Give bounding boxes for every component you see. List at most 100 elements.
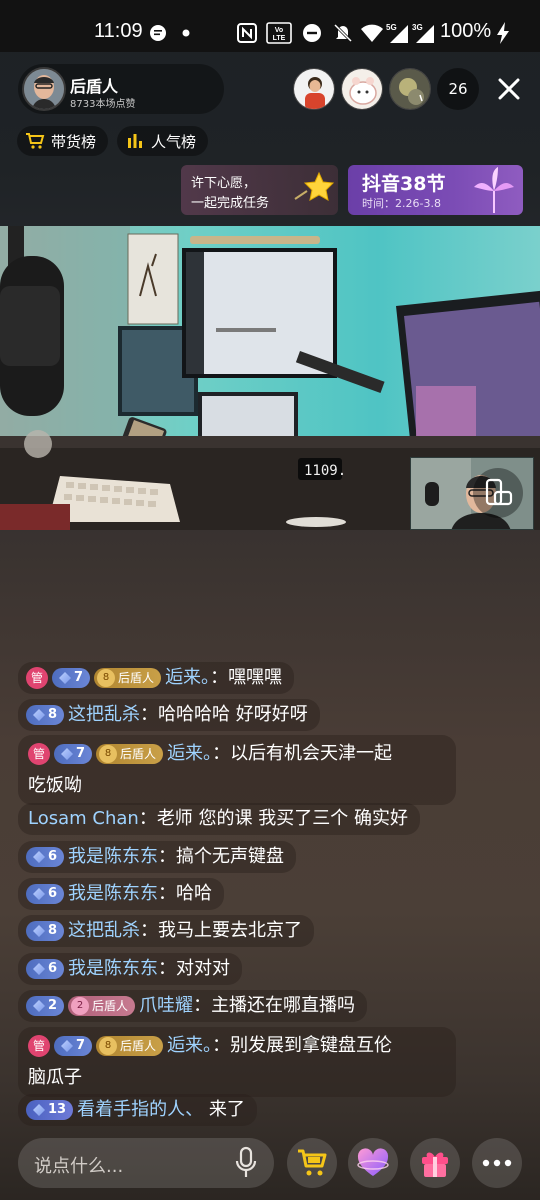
signal-5g-icon: 5G [386, 23, 410, 43]
comment-username[interactable]: 逅来。 [167, 743, 212, 764]
close-icon [498, 78, 520, 100]
comment-username[interactable]: 爪哇耀 [139, 995, 193, 1016]
shopping-cart-icon [25, 132, 45, 150]
wifi-icon [360, 23, 384, 43]
level-badge: 7 [54, 1036, 93, 1056]
do-not-disturb-icon [302, 23, 322, 43]
comment-item[interactable]: 管7后盾人逅来。：嘿嘿嘿 [18, 662, 295, 694]
heart-icon [357, 1148, 389, 1176]
comment-item[interactable]: 13 看着手指的人、 来了 [18, 1094, 257, 1126]
fan-club-badge: 后盾人 [68, 996, 136, 1016]
status-time: 11:09 [94, 20, 143, 42]
sales-rank-button[interactable]: 带货榜 [17, 126, 109, 156]
comment-text: 哈哈 [176, 883, 213, 904]
svg-text:LTE: LTE [273, 35, 286, 42]
fan-club-badge: 后盾人 [96, 1036, 164, 1056]
status-bar: 11:09 Vo LTE 5G 3G 100% [0, 0, 540, 52]
svg-text:Vo: Vo [275, 27, 283, 34]
level-badge: 8 [26, 705, 65, 725]
battery-percent: 100% [440, 20, 492, 42]
gift-button[interactable] [410, 1138, 460, 1188]
comment-item[interactable]: 6 我是陈东东：哈哈 [18, 878, 225, 910]
comment-username[interactable]: 逅来。 [165, 667, 210, 688]
comment-item[interactable]: Losam Chan：老师 您的课 我买了三个 确实好 [18, 803, 420, 835]
comment-input-placeholder[interactable]: 说点什么... [34, 1152, 123, 1178]
chat-notification-icon [148, 23, 168, 43]
comment-item[interactable]: 8 这把乱杀：哈哈哈哈 好呀好呀 [18, 699, 320, 731]
signal-3g-icon: 3G [412, 23, 436, 43]
shopping-cart-button[interactable] [287, 1138, 337, 1188]
comment-text: 搞个无声键盘 [176, 846, 285, 867]
comment-text: 我马上要去北京了 [158, 920, 303, 941]
comment-text-continued: 吃饭呦 [28, 775, 82, 796]
comment-username[interactable]: 逅来。 [167, 1035, 212, 1056]
like-heart-button[interactable] [348, 1138, 398, 1188]
screen-switch-button[interactable] [473, 468, 523, 518]
fan-club-badge: 后盾人 [96, 744, 164, 764]
level-badge: 7 [52, 668, 91, 688]
shopping-cart-icon [298, 1149, 327, 1176]
host-likes-count: 8733本场点赞 [70, 99, 136, 110]
comment-username[interactable]: 我是陈东东 [68, 958, 158, 979]
nfc-icon [236, 23, 258, 43]
level-badge: 6 [26, 847, 65, 867]
microphone-icon[interactable] [233, 1146, 259, 1180]
comment-text: 别发展到拿键盘互伦 [230, 1035, 393, 1056]
admin-badge: 管 [26, 667, 48, 689]
bar-chart-icon [125, 132, 145, 150]
level-badge: 8 [26, 921, 65, 941]
dot-icon [182, 23, 190, 43]
host-avatar[interactable] [22, 67, 66, 111]
event-time: 时间：2.26-3.8 [362, 197, 441, 210]
comment-item[interactable]: 6 我是陈东东：对对对 [18, 953, 243, 985]
comment-item[interactable]: 6 我是陈东东：搞个无声键盘 [18, 841, 297, 873]
comment-text: 老师 您的课 我买了三个 确实好 [156, 808, 408, 829]
svg-text:5G: 5G [386, 23, 397, 32]
comment-username[interactable]: 我是陈东东 [68, 846, 158, 867]
comment-username[interactable]: Losam Chan [28, 808, 139, 829]
viewer-avatar-2[interactable] [341, 68, 383, 110]
comment-text: 来了 [208, 1099, 245, 1120]
level-badge: 6 [26, 884, 65, 904]
close-button[interactable] [494, 74, 524, 104]
comment-text: 以后有机会天津一起 [230, 743, 393, 764]
viewer-avatar-1[interactable] [293, 68, 335, 110]
comment-item[interactable]: 管7后盾人逅来。：别发展到拿键盘互伦脑瓜子 [18, 1027, 456, 1097]
wish-banner-line2: 一起完成任务 [191, 196, 270, 211]
svg-text:3G: 3G [412, 23, 423, 32]
admin-badge: 管 [28, 743, 50, 765]
comment-item[interactable]: 2后盾人爪哇耀：主播还在哪直播吗 [18, 990, 368, 1022]
douyin-38-event-banner[interactable]: 抖音38节 时间：2.26-3.8 [348, 165, 523, 215]
event-title: 抖音38节 [362, 173, 446, 195]
popularity-rank-label: 人气榜 [151, 132, 197, 151]
comment-text: 嘿嘿嘿 [228, 667, 283, 688]
comment-username[interactable]: 我是陈东东 [68, 883, 158, 904]
level-badge: 2 [26, 996, 65, 1016]
viewer-count[interactable]: 26 [437, 68, 479, 110]
comment-username[interactable]: 这把乱杀 [68, 920, 140, 941]
fan-club-badge: 后盾人 [94, 668, 162, 688]
gift-icon [422, 1152, 448, 1177]
viewer-avatar-3[interactable] [389, 68, 431, 110]
charging-icon [496, 22, 510, 44]
sales-rank-label: 带货榜 [51, 132, 97, 151]
level-badge: 13 [26, 1100, 74, 1120]
wish-task-banner[interactable]: 许下心愿， 一起完成任务 [181, 165, 338, 215]
mute-bell-icon [332, 23, 354, 43]
comment-text: 主播还在哪直播吗 [211, 995, 356, 1016]
popularity-rank-button[interactable]: 人气榜 [117, 126, 209, 156]
comment-username[interactable]: 这把乱杀 [68, 704, 140, 725]
level-badge: 6 [26, 959, 65, 979]
comment-username[interactable]: 看着手指的人、 [77, 1099, 203, 1120]
more-dots-icon [482, 1159, 512, 1167]
comment-item[interactable]: 管7后盾人逅来。：以后有机会天津一起吃饭呦 [18, 735, 456, 805]
host-name[interactable]: 后盾人 [70, 73, 118, 97]
comment-item[interactable]: 8 这把乱杀：我马上要去北京了 [18, 915, 315, 947]
level-badge: 7 [54, 744, 93, 764]
phone-rotate-icon [485, 478, 513, 506]
star-icon [294, 171, 335, 201]
admin-badge: 管 [28, 1035, 50, 1057]
volte-icon: Vo LTE [266, 22, 292, 44]
comment-text: 哈哈哈哈 好呀好呀 [158, 704, 308, 725]
more-options-button[interactable] [472, 1138, 522, 1188]
